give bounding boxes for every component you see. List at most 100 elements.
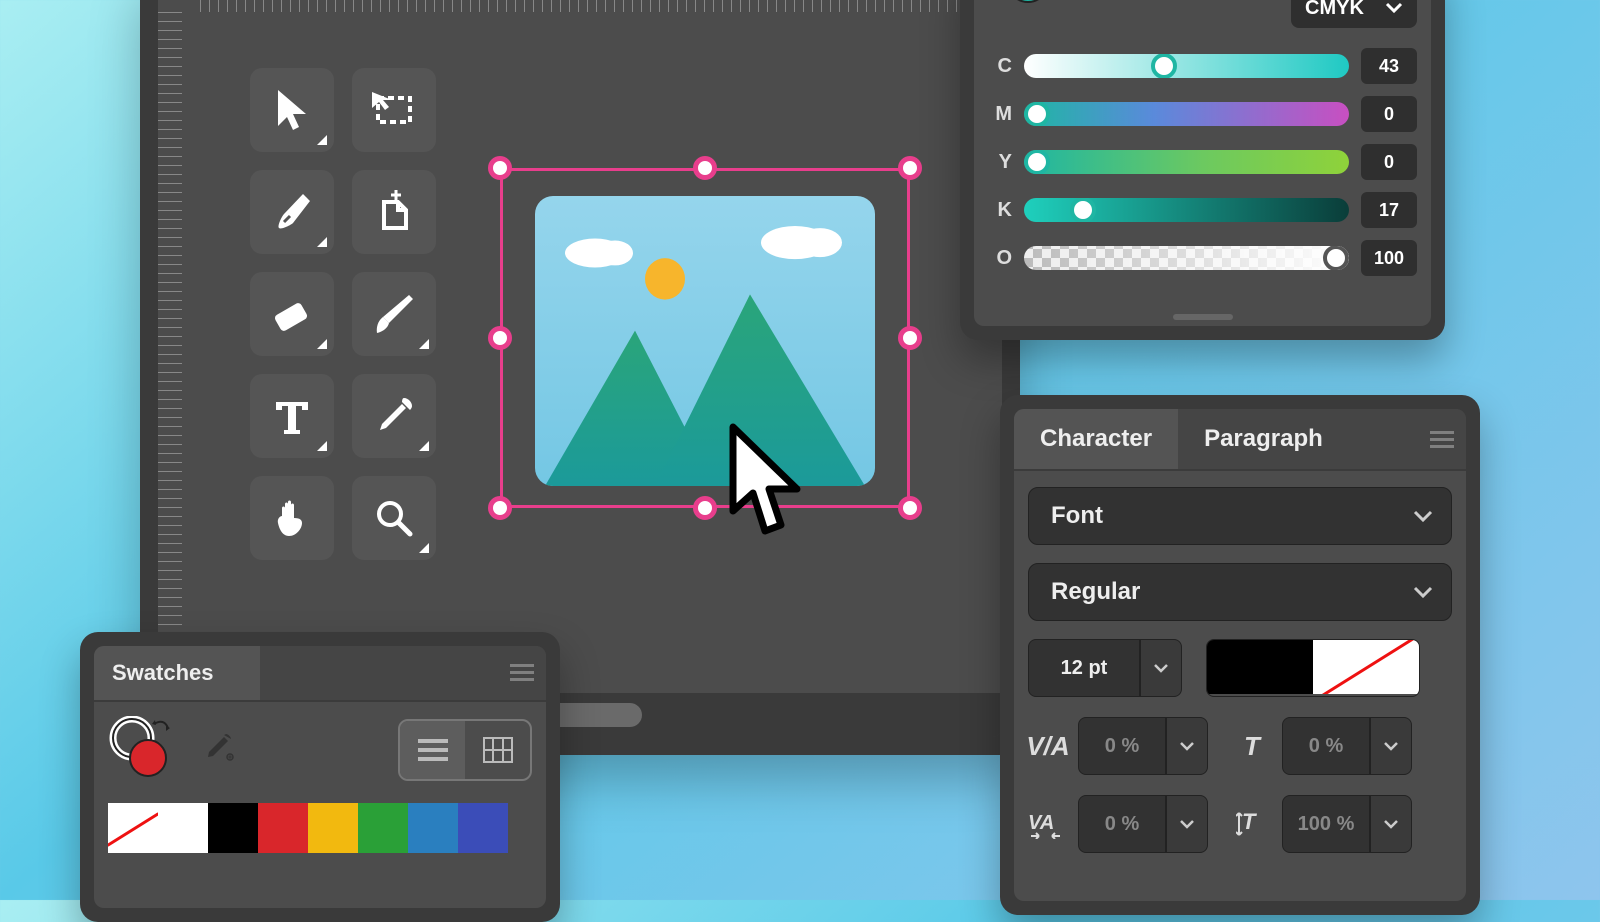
kerning-field[interactable]: 0 % bbox=[1078, 717, 1208, 775]
color-panel: CMYK C 43 M 0 Y 0 K 17 bbox=[960, 0, 1445, 340]
font-size-stepper[interactable] bbox=[1140, 639, 1182, 697]
ruler-vertical[interactable] bbox=[158, 12, 182, 737]
tool-submenu-indicator-icon bbox=[419, 441, 429, 451]
vertical-scale-stepper[interactable] bbox=[1370, 795, 1412, 853]
tab-paragraph[interactable]: Paragraph bbox=[1178, 409, 1349, 469]
text-color-picker[interactable] bbox=[1206, 639, 1420, 697]
tab-character-label: Character bbox=[1040, 425, 1152, 453]
horizontal-scale-value[interactable]: 0 % bbox=[1282, 717, 1370, 775]
text-stroke-color[interactable] bbox=[1313, 640, 1419, 694]
artboard-tool[interactable] bbox=[352, 68, 436, 152]
swatch-green[interactable] bbox=[358, 803, 408, 853]
tool-submenu-indicator-icon bbox=[317, 339, 327, 349]
slider-label-c: C bbox=[988, 55, 1012, 78]
chevron-down-icon bbox=[1413, 509, 1433, 523]
tracking-icon: VA bbox=[1028, 809, 1068, 839]
resize-handle-e[interactable] bbox=[898, 326, 922, 350]
swatch-yellow[interactable] bbox=[308, 803, 358, 853]
slider-label-k: K bbox=[988, 199, 1012, 222]
horizontal-scale-field[interactable]: 0 % bbox=[1282, 717, 1412, 775]
slider-yellow: Y 0 bbox=[988, 138, 1417, 186]
selection-tool[interactable] bbox=[250, 68, 334, 152]
slider-track-k[interactable] bbox=[1024, 198, 1349, 222]
tracking-value[interactable]: 0 % bbox=[1078, 795, 1166, 853]
tool-submenu-indicator-icon bbox=[317, 441, 327, 451]
zoom-tool[interactable] bbox=[352, 476, 436, 560]
panel-menu-icon[interactable] bbox=[510, 664, 534, 681]
pen-tool[interactable] bbox=[250, 170, 334, 254]
swatch-lightblue[interactable] bbox=[408, 803, 458, 853]
fill-stroke-swatch[interactable] bbox=[108, 716, 174, 783]
resize-handle-sw[interactable] bbox=[488, 496, 512, 520]
font-size-value[interactable]: 12 pt bbox=[1028, 639, 1140, 697]
text-fill-color[interactable] bbox=[1207, 640, 1313, 694]
swatch-red[interactable] bbox=[258, 803, 308, 853]
tracking-stepper[interactable] bbox=[1166, 795, 1208, 853]
resize-handle-w[interactable] bbox=[488, 326, 512, 350]
vertical-scale-value[interactable]: 100 % bbox=[1282, 795, 1370, 853]
kerning-icon: V/A bbox=[1028, 731, 1068, 762]
hand-tool[interactable] bbox=[250, 476, 334, 560]
slider-track-c[interactable] bbox=[1024, 54, 1349, 78]
resize-handle-ne[interactable] bbox=[898, 156, 922, 180]
kerning-stepper[interactable] bbox=[1166, 717, 1208, 775]
swatch-black[interactable] bbox=[208, 803, 258, 853]
eyedropper-tool[interactable] bbox=[352, 374, 436, 458]
tracking-field[interactable]: 0 % bbox=[1078, 795, 1208, 853]
kerning-value[interactable]: 0 % bbox=[1078, 717, 1166, 775]
character-panel-inner: Character Paragraph Font Regular 12 pt bbox=[1014, 409, 1466, 901]
resize-handle-se[interactable] bbox=[898, 496, 922, 520]
swatch-blue[interactable] bbox=[458, 803, 508, 853]
selected-object[interactable] bbox=[500, 168, 910, 508]
slider-knob-m[interactable] bbox=[1024, 102, 1050, 126]
brush-tool[interactable] bbox=[352, 272, 436, 356]
eraser-tool[interactable] bbox=[250, 272, 334, 356]
new-document-tool[interactable] bbox=[352, 170, 436, 254]
swatches-tab[interactable]: Swatches bbox=[94, 646, 260, 700]
swatches-eyedropper-icon[interactable] bbox=[202, 731, 234, 768]
font-size-field[interactable]: 12 pt bbox=[1028, 639, 1182, 697]
swatch-row bbox=[108, 803, 532, 853]
color-mode-dropdown[interactable]: CMYK bbox=[1291, 0, 1417, 28]
swatch-none[interactable] bbox=[108, 803, 158, 853]
fill-stroke-swatch[interactable] bbox=[992, 0, 1054, 6]
resize-handle-nw[interactable] bbox=[488, 156, 512, 180]
resize-handle-n[interactable] bbox=[693, 156, 717, 180]
slider-knob-c[interactable] bbox=[1151, 54, 1177, 78]
swatches-view-toggle[interactable] bbox=[398, 719, 532, 781]
slider-track-m[interactable] bbox=[1024, 102, 1349, 126]
slider-label-y: Y bbox=[988, 151, 1012, 174]
horizontal-scale-stepper[interactable] bbox=[1370, 717, 1412, 775]
resize-handle-s[interactable] bbox=[693, 496, 717, 520]
slider-value-k[interactable]: 17 bbox=[1361, 192, 1417, 228]
slider-track-y[interactable] bbox=[1024, 150, 1349, 174]
vertical-scale-icon: T bbox=[1232, 807, 1272, 841]
slider-knob-k[interactable] bbox=[1070, 198, 1096, 222]
horizontal-scale-icon: T bbox=[1232, 731, 1272, 762]
type-tool[interactable] bbox=[250, 374, 334, 458]
slider-value-m[interactable]: 0 bbox=[1361, 96, 1417, 132]
font-family-dropdown[interactable]: Font bbox=[1028, 487, 1452, 545]
slider-value-y[interactable]: 0 bbox=[1361, 144, 1417, 180]
panel-menu-icon[interactable] bbox=[1430, 431, 1454, 448]
list-view-icon[interactable] bbox=[400, 721, 465, 779]
slider-knob-y[interactable] bbox=[1024, 150, 1050, 174]
tab-character[interactable]: Character bbox=[1014, 409, 1178, 469]
swatch-white[interactable] bbox=[158, 803, 208, 853]
vertical-scale-field[interactable]: 100 % bbox=[1282, 795, 1412, 853]
canvas-stage[interactable] bbox=[200, 28, 992, 727]
grid-view-icon[interactable] bbox=[465, 721, 530, 779]
font-weight-dropdown[interactable]: Regular bbox=[1028, 563, 1452, 621]
slider-track-o[interactable] bbox=[1024, 246, 1349, 270]
panel-grip-icon[interactable] bbox=[1173, 314, 1233, 320]
slider-knob-o[interactable] bbox=[1323, 246, 1349, 270]
tool-palette bbox=[250, 68, 436, 560]
color-sliders: C 43 M 0 Y 0 K 17 O bbox=[988, 42, 1417, 282]
chevron-down-icon bbox=[1413, 585, 1433, 599]
tool-submenu-indicator-icon bbox=[419, 543, 429, 553]
slider-value-o[interactable]: 100 bbox=[1361, 240, 1417, 276]
slider-opacity: O 100 bbox=[988, 234, 1417, 282]
ruler-horizontal[interactable] bbox=[200, 0, 1002, 12]
slider-value-c[interactable]: 43 bbox=[1361, 48, 1417, 84]
tab-paragraph-label: Paragraph bbox=[1204, 425, 1323, 453]
